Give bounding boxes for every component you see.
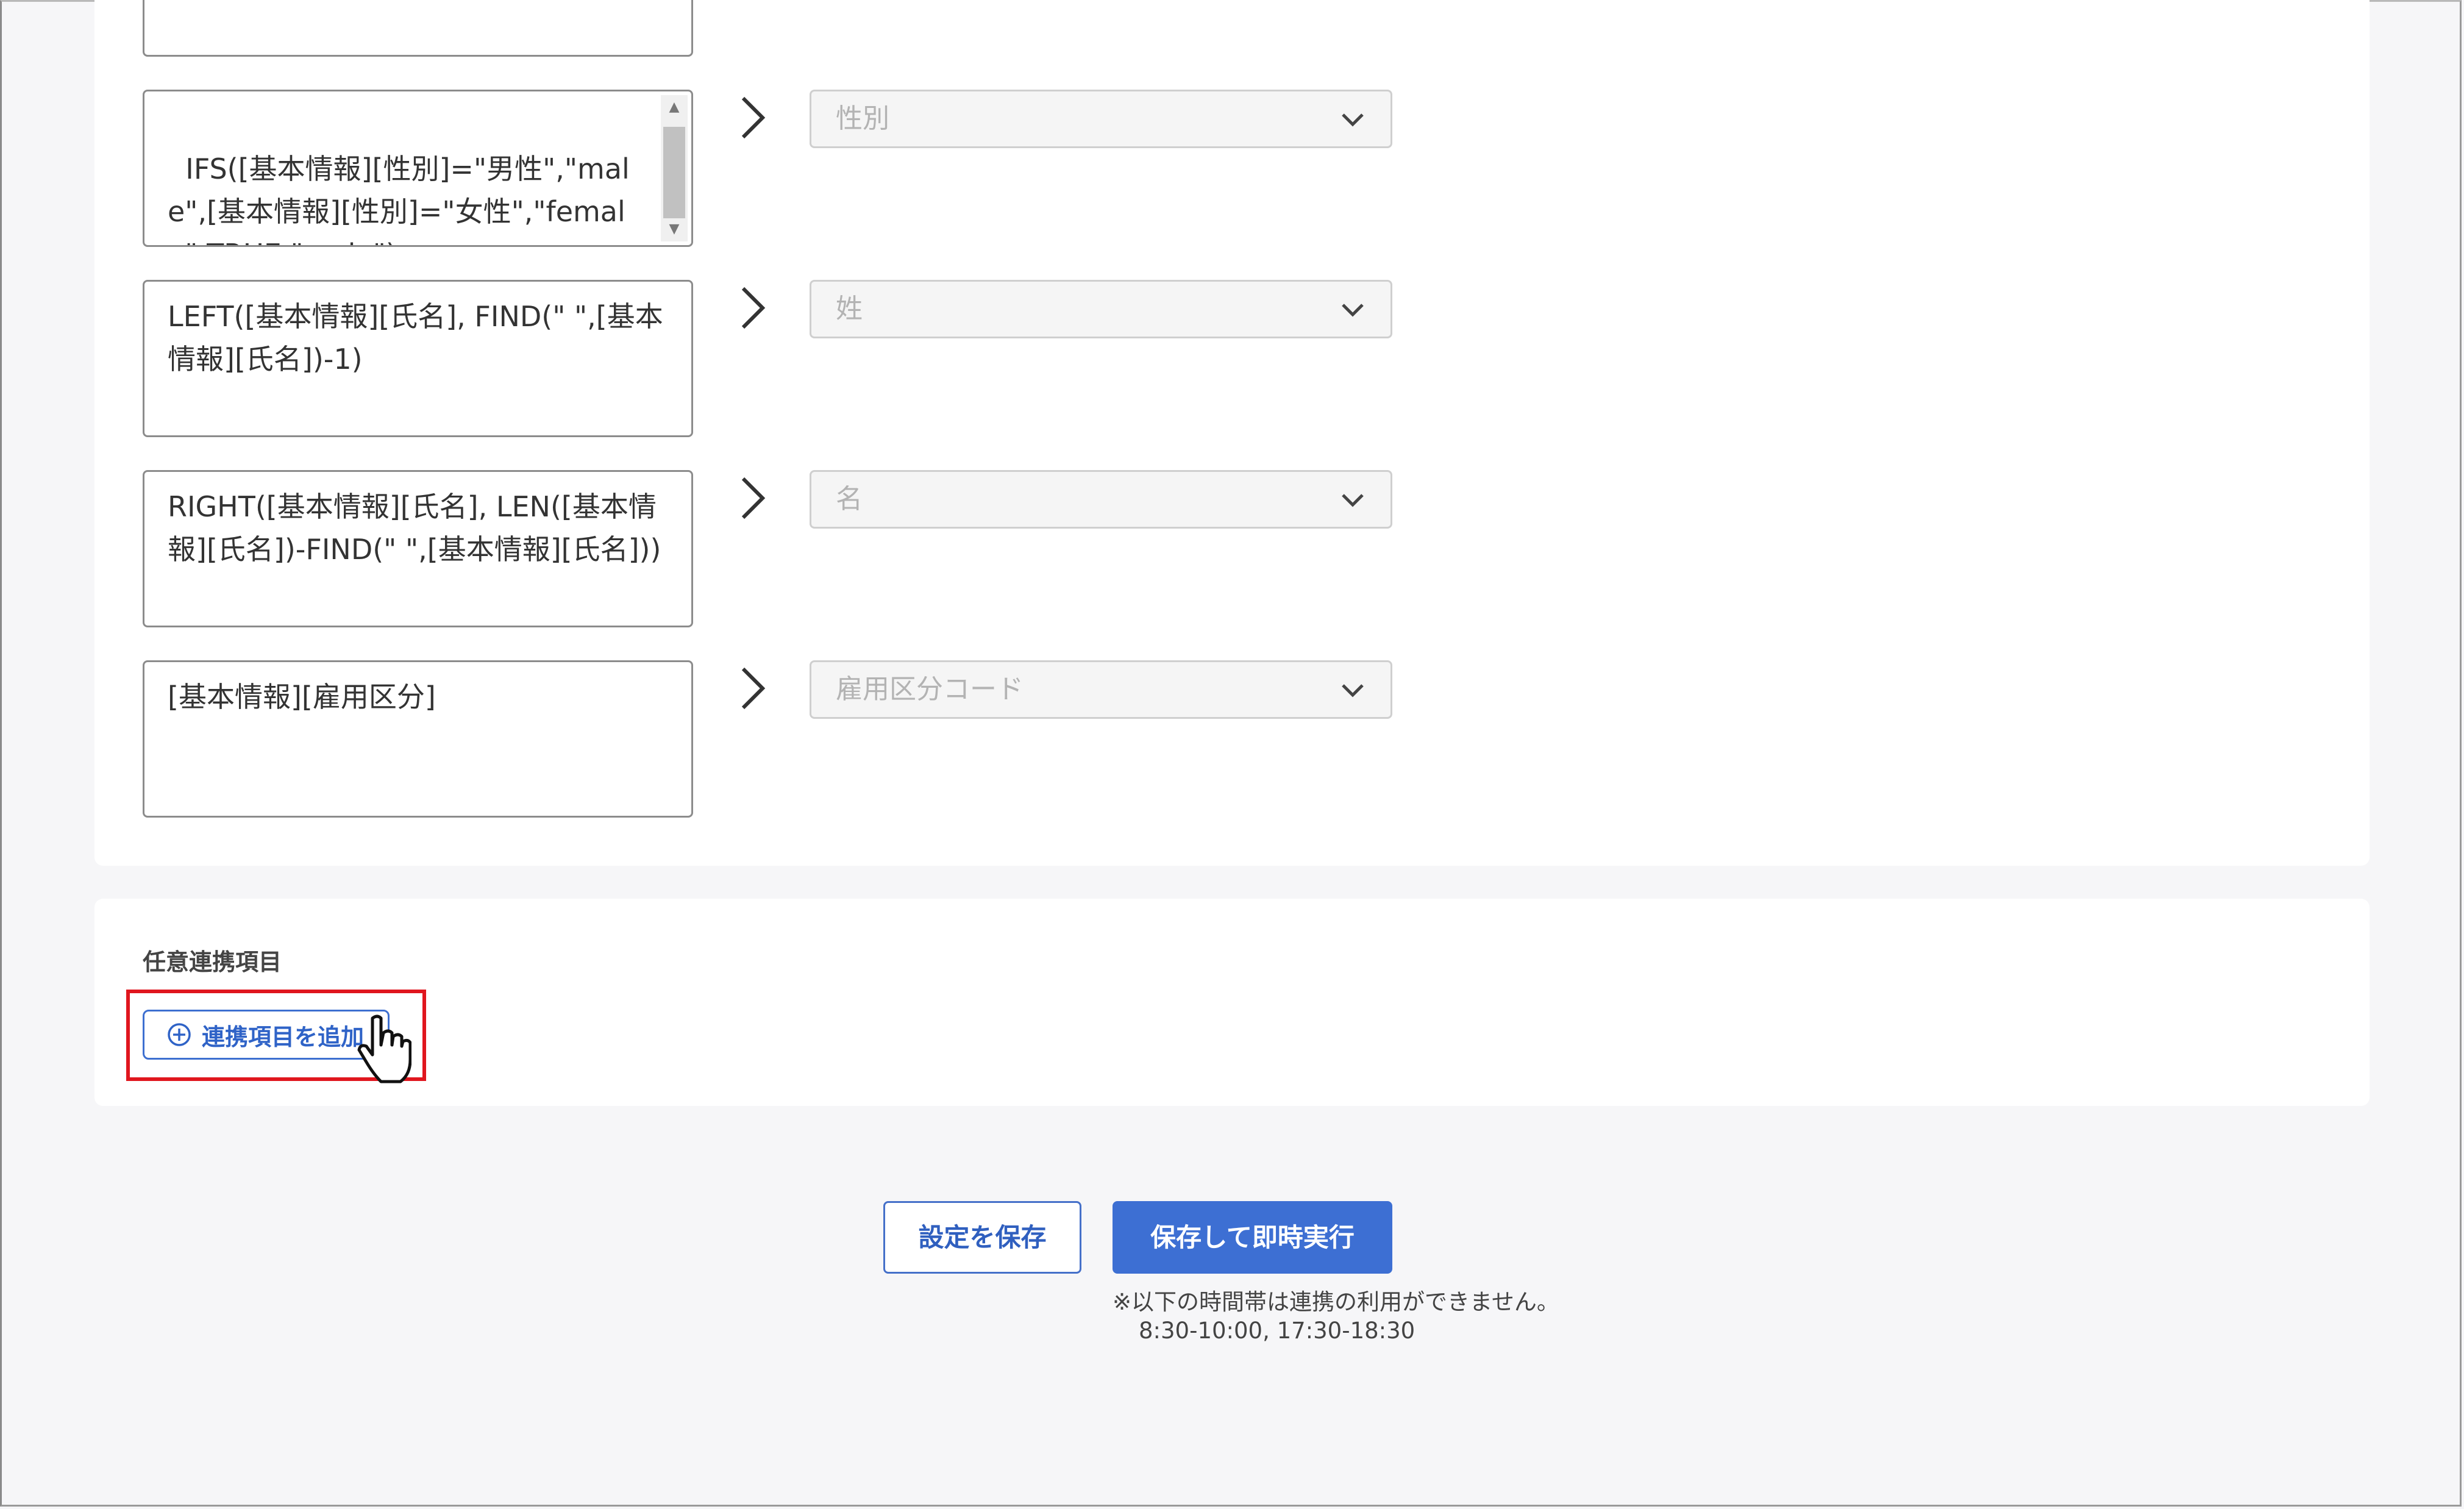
formula-scrollbar[interactable]: ▲ ▼ — [661, 95, 688, 241]
formula-input-last-name[interactable]: LEFT([基本情報][氏名], FIND(" ",[基本情報][氏名])-1) — [143, 280, 693, 437]
formula-text: IFS([基本情報][性別]="男性","male",[基本情報][性別]="女… — [168, 152, 630, 245]
select-value: 性別 — [836, 103, 889, 134]
unavailable-notice: ※以下の時間帯は連携の利用ができません。 — [1113, 1289, 1559, 1315]
unavailable-hours: 8:30-10:00, 17:30-18:30 — [1139, 1318, 1415, 1344]
save-settings-button[interactable]: 設定を保存 — [883, 1201, 1081, 1274]
formula-input-0[interactable] — [143, 0, 693, 57]
plus-circle-icon — [168, 1023, 191, 1046]
chevron-down-icon — [1342, 684, 1364, 697]
section-title: 任意連携項目 — [143, 949, 282, 976]
select-value: 名 — [836, 483, 863, 515]
save-and-run-button[interactable]: 保存して即時実行 — [1113, 1201, 1392, 1274]
target-select-first-name[interactable]: 名 — [810, 470, 1392, 529]
target-select-last-name[interactable]: 姓 — [810, 280, 1392, 338]
target-select-employment[interactable]: 雇用区分コード — [810, 660, 1392, 719]
target-select-gender[interactable]: 性別 — [810, 90, 1392, 148]
chevron-right-icon — [735, 93, 771, 142]
select-value: 雇用区分コード — [836, 674, 1024, 705]
formula-input-gender[interactable]: IFS([基本情報][性別]="男性","male",[基本情報][性別]="女… — [143, 90, 693, 247]
optional-mapping-card — [94, 899, 2370, 1106]
scroll-up-icon[interactable]: ▲ — [661, 95, 688, 120]
chevron-down-icon — [1342, 494, 1364, 507]
formula-input-employment[interactable]: [基本情報][雇用区分] — [143, 660, 693, 818]
chevron-right-icon — [735, 284, 771, 332]
add-mapping-button[interactable]: 連携項目を追加 — [143, 1010, 390, 1060]
chevron-down-icon — [1342, 113, 1364, 127]
select-value: 姓 — [836, 293, 863, 324]
formula-input-first-name[interactable]: RIGHT([基本情報][氏名], LEN([基本情報][氏名])-FIND("… — [143, 470, 693, 627]
chevron-right-icon — [735, 664, 771, 713]
scroll-down-icon[interactable]: ▼ — [661, 217, 688, 241]
chevron-down-icon — [1342, 304, 1364, 317]
add-mapping-label: 連携項目を追加 — [202, 1023, 365, 1051]
chevron-right-icon — [735, 474, 771, 523]
scroll-thumb[interactable] — [663, 127, 685, 218]
hand-cursor-icon — [357, 1015, 411, 1083]
